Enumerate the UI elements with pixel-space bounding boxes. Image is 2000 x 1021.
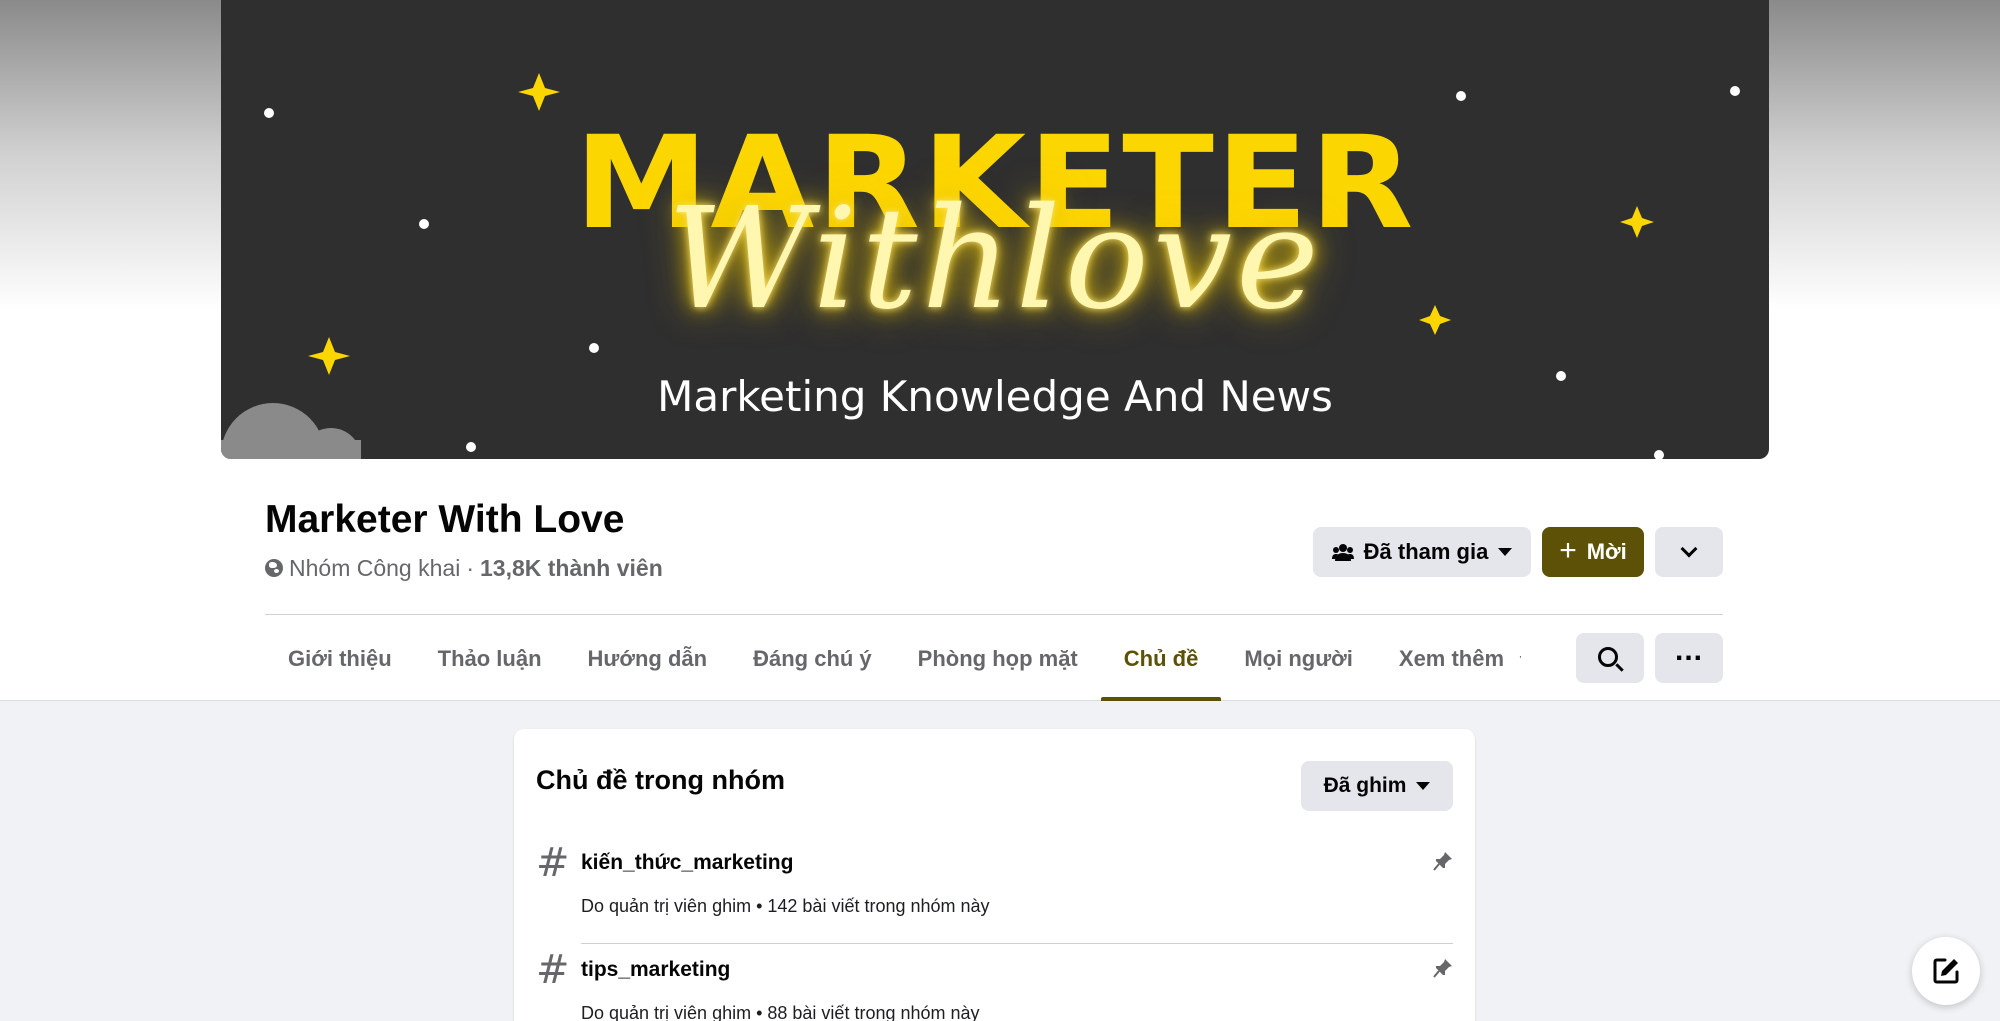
topic-name[interactable]: tips_marketing xyxy=(581,958,730,982)
dot-decoration xyxy=(1654,450,1664,459)
tab-more-label: Xem thêm xyxy=(1398,645,1505,671)
edit-icon xyxy=(1933,958,1959,984)
dot-decoration xyxy=(589,343,599,353)
dot-decoration xyxy=(466,442,476,452)
dot-decoration xyxy=(264,108,274,118)
tab-moi-nguoi[interactable]: Mọi người xyxy=(1221,620,1376,697)
tab-phong-hop-mat[interactable]: Phòng họp mặt xyxy=(895,620,1101,697)
joined-label: Đã tham gia xyxy=(1363,539,1489,564)
more-options-button[interactable]: ... xyxy=(1655,633,1723,683)
cover-subtitle-text: Marketing Knowledge And News xyxy=(657,372,1333,421)
group-meta: Nhóm Công khai · 13,8K thành viên xyxy=(265,551,663,585)
tab-gioi-thieu[interactable]: Giới thiệu xyxy=(265,620,415,697)
group-tabs: Giới thiệu Thảo luận Hướng dẫn Đáng chú … xyxy=(265,620,1544,701)
tab-xem-them[interactable]: Xem thêm ▼ xyxy=(1376,620,1544,697)
hashtag-icon: # xyxy=(536,947,570,993)
expand-header-button[interactable] xyxy=(1655,527,1723,577)
dot-decoration xyxy=(1456,91,1466,101)
invite-button[interactable]: + Mời xyxy=(1542,527,1644,577)
tab-thao-luan[interactable]: Thảo luận xyxy=(415,620,565,697)
topics-card: Chủ đề trong nhóm Đã ghim # kiến_thức_ma… xyxy=(514,729,1475,1021)
star-decoration xyxy=(308,337,350,375)
caret-down-icon xyxy=(1498,548,1513,556)
tab-dang-chu-y[interactable]: Đáng chú ý xyxy=(730,620,895,697)
topic-meta: Do quản trị viên ghim • 142 bài viết tro… xyxy=(581,896,990,916)
invite-label: Mời xyxy=(1586,539,1627,564)
compose-message-button[interactable] xyxy=(1912,937,1980,1005)
pin-icon xyxy=(1433,959,1452,978)
topic-name[interactable]: kiến_thức_marketing xyxy=(581,851,793,875)
cover-script-text: Withlove xyxy=(667,178,1323,341)
pinned-filter-label: Đã ghim xyxy=(1323,774,1407,797)
header-divider xyxy=(265,614,1723,615)
group-name[interactable]: Marketer With Love xyxy=(265,496,624,544)
globe-icon xyxy=(265,559,283,577)
joined-button[interactable]: Đã tham gia xyxy=(1313,527,1531,577)
cover-photo[interactable]: MARKETER Withlove Marketing Knowledge An… xyxy=(221,0,1769,459)
list-item[interactable]: # kiến_thức_marketing Do quản trị viên g… xyxy=(536,840,1453,944)
topic-divider xyxy=(581,943,1453,944)
hashtag-icon: # xyxy=(536,840,570,886)
plus-icon: + xyxy=(1559,533,1577,567)
more-icon: ... xyxy=(1674,634,1703,667)
group-search-button[interactable] xyxy=(1576,633,1644,683)
pinned-filter-dropdown[interactable]: Đã ghim xyxy=(1301,761,1453,811)
dot-decoration xyxy=(1730,86,1740,96)
topic-meta: Do quản trị viên ghim • 88 bài viết tron… xyxy=(581,1003,980,1021)
group-privacy[interactable]: Nhóm Công khai xyxy=(289,555,460,582)
caret-down-icon: ▼ xyxy=(1517,651,1521,667)
star-decoration xyxy=(518,73,560,111)
pin-icon xyxy=(1433,852,1452,871)
search-icon xyxy=(1598,647,1618,667)
caret-down-icon xyxy=(1416,782,1431,790)
list-item[interactable]: # tips_marketing Do quản trị viên ghim •… xyxy=(536,950,1453,1021)
member-count[interactable]: 13,8K thành viên xyxy=(480,555,663,582)
tab-huong-dan[interactable]: Hướng dẫn xyxy=(565,620,731,697)
chevron-down-icon xyxy=(1680,540,1698,558)
group-members-icon xyxy=(1331,544,1354,561)
tab-chu-de[interactable]: Chủ đề xyxy=(1100,620,1222,701)
topics-card-title: Chủ đề trong nhóm xyxy=(536,765,785,795)
meta-separator: · xyxy=(466,554,474,581)
